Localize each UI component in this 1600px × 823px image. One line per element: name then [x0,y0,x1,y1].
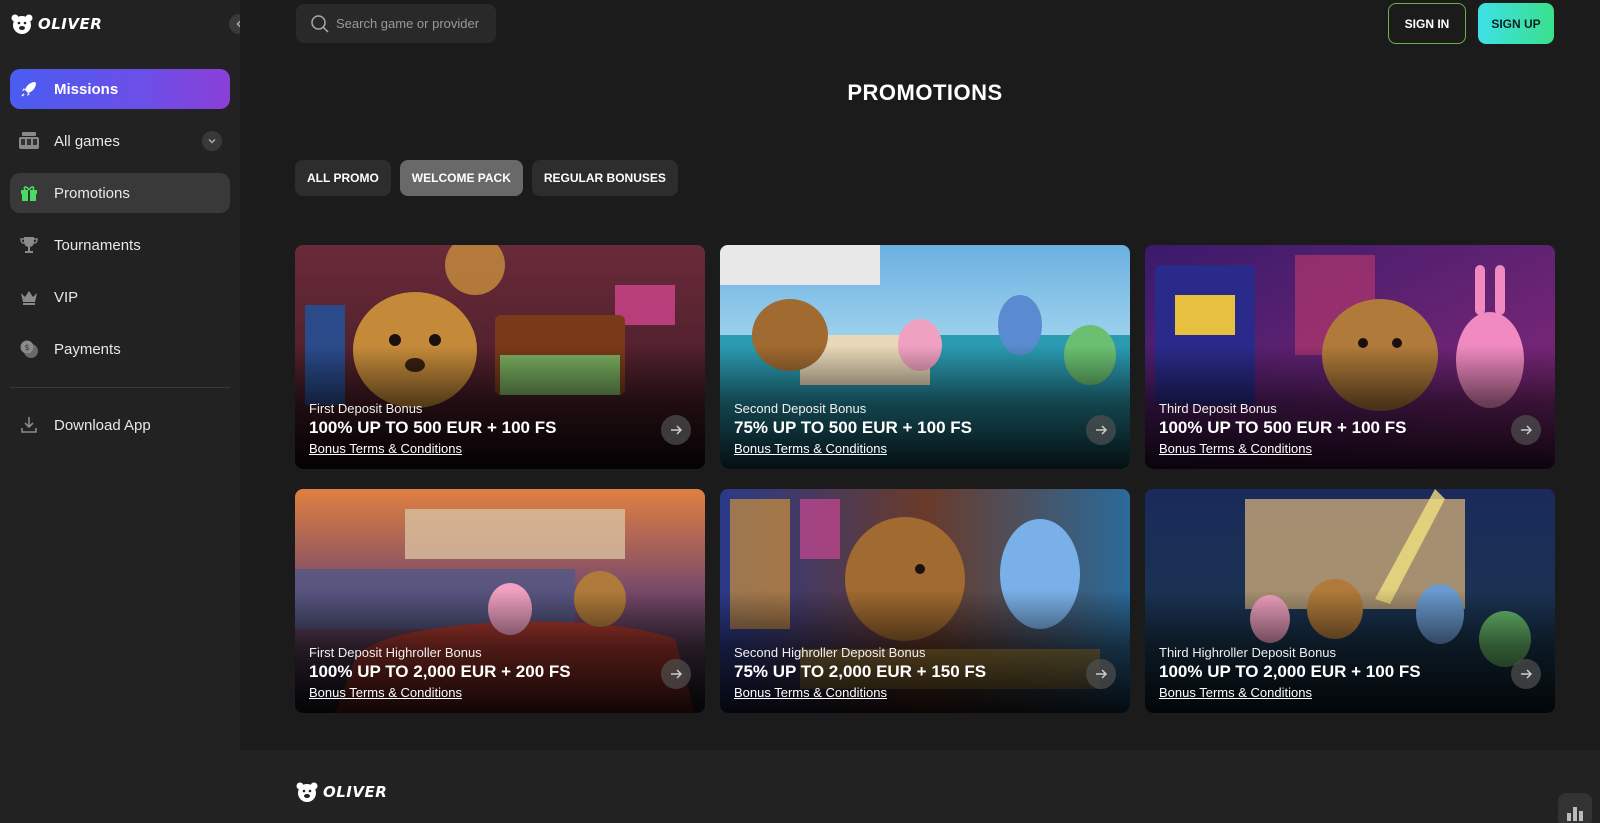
sidebar-item-label: VIP [54,288,79,306]
sidebar-item-tournaments[interactable]: Tournaments [10,225,230,265]
bonus-terms-link[interactable]: Bonus Terms & Conditions [309,685,462,700]
arrow-right-icon [1096,425,1108,435]
tab-all-promo[interactable]: ALL PROMO [295,160,391,196]
card-subtitle: Second Highroller Deposit Bonus [734,645,926,660]
sidebar-item-label: Missions [54,80,119,98]
download-app-label: Download App [54,416,151,434]
card-open-button[interactable] [1086,659,1116,689]
slot-machine-icon [18,130,40,152]
promo-card[interactable]: Third Deposit Bonus 100% UP TO 500 EUR +… [1145,245,1555,469]
brand-logo[interactable]: OLIVER [10,12,102,36]
sign-in-button[interactable]: SIGN IN [1388,3,1466,44]
bar-chart-icon [1573,807,1577,821]
crown-icon [18,286,40,308]
bonus-terms-link[interactable]: Bonus Terms & Conditions [1159,685,1312,700]
promo-card[interactable]: First Deposit Highroller Bonus 100% UP T… [295,489,705,713]
bar-chart-icon [1579,811,1583,821]
promo-cards-grid: First Deposit Bonus 100% UP TO 500 EUR +… [295,245,1557,713]
promo-card[interactable]: Second Highroller Deposit Bonus 75% UP T… [720,489,1130,713]
footer-brand-logo[interactable]: OLIVER [295,780,387,804]
sidebar-item-label: Promotions [54,184,130,202]
card-headline: 75% UP TO 500 EUR + 100 FS [734,418,972,437]
promo-card[interactable]: Third Highroller Deposit Bonus 100% UP T… [1145,489,1555,713]
card-headline: 100% UP TO 500 EUR + 100 FS [309,418,557,437]
card-headline: 100% UP TO 500 EUR + 100 FS [1159,418,1407,437]
search-icon [311,14,329,33]
rocket-icon [18,78,40,100]
card-headline: 75% UP TO 2,000 EUR + 150 FS [734,662,987,681]
footer: OLIVER [240,750,1600,823]
search-input[interactable] [336,16,496,31]
bear-logo-icon [11,14,33,34]
sidebar-item-promotions[interactable]: Promotions [10,173,230,213]
bear-logo-icon [296,782,318,802]
sidebar-divider [10,387,230,388]
arrow-right-icon [671,669,683,679]
sidebar-nav: Missions All games Promotions Tournament… [10,69,230,381]
coins-icon: $ [18,338,40,360]
sidebar-item-vip[interactable]: VIP [10,277,230,317]
bar-chart-icon [1567,813,1571,821]
download-app-section: Download App [10,405,230,457]
card-subtitle: Third Deposit Bonus [1159,401,1277,416]
promo-tabs: ALL PROMO WELCOME PACK REGULAR BONUSES [295,160,678,196]
chevron-down-icon [208,138,216,144]
download-app-button[interactable]: Download App [10,405,230,445]
card-open-button[interactable] [1511,659,1541,689]
sidebar-item-label: Payments [54,340,121,358]
sidebar-item-label: All games [54,132,120,150]
bonus-terms-link[interactable]: Bonus Terms & Conditions [734,685,887,700]
arrow-right-icon [1521,669,1533,679]
card-open-button[interactable] [661,415,691,445]
search-box[interactable] [296,4,496,43]
brand-name: OLIVER [323,783,388,801]
card-subtitle: First Deposit Highroller Bonus [309,645,482,660]
bonus-terms-link[interactable]: Bonus Terms & Conditions [309,441,462,456]
tab-regular-bonuses[interactable]: REGULAR BONUSES [531,160,678,196]
page-title: PROMOTIONS [847,80,1003,105]
card-headline: 100% UP TO 2,000 EUR + 100 FS [1159,662,1421,681]
bonus-terms-link[interactable]: Bonus Terms & Conditions [734,441,887,456]
card-open-button[interactable] [661,659,691,689]
arrow-right-icon [1096,669,1108,679]
gift-icon [18,182,40,204]
expand-all-games-button[interactable] [202,131,222,151]
stats-button[interactable] [1558,793,1592,823]
sidebar-item-label: Tournaments [54,236,141,254]
bonus-terms-link[interactable]: Bonus Terms & Conditions [1159,441,1312,456]
trophy-icon [18,234,40,256]
brand-name: OLIVER [38,15,103,33]
svg-text:$: $ [24,343,29,352]
card-open-button[interactable] [1086,415,1116,445]
card-headline: 100% UP TO 2,000 EUR + 200 FS [309,662,571,681]
download-icon [18,414,40,436]
tab-welcome-pack[interactable]: WELCOME PACK [399,160,523,196]
promo-card[interactable]: First Deposit Bonus 100% UP TO 500 EUR +… [295,245,705,469]
card-subtitle: Third Highroller Deposit Bonus [1159,645,1337,660]
card-open-button[interactable] [1511,415,1541,445]
sidebar-item-all-games[interactable]: All games [10,121,230,161]
sign-up-button[interactable]: SIGN UP [1478,3,1554,44]
top-bar: SIGN IN SIGN UP [240,0,1600,53]
sidebar: OLIVER Missions All games Promotions Tou… [0,0,249,823]
sidebar-item-payments[interactable]: $ Payments [10,329,230,369]
arrow-right-icon [671,425,683,435]
card-subtitle: Second Deposit Bonus [734,401,867,416]
sidebar-item-missions[interactable]: Missions [10,69,230,109]
promo-card[interactable]: Second Deposit Bonus 75% UP TO 500 EUR +… [720,245,1130,469]
main-content: PROMOTIONS ALL PROMO WELCOME PACK REGULA… [240,53,1600,823]
arrow-right-icon [1521,425,1533,435]
card-subtitle: First Deposit Bonus [309,401,423,416]
